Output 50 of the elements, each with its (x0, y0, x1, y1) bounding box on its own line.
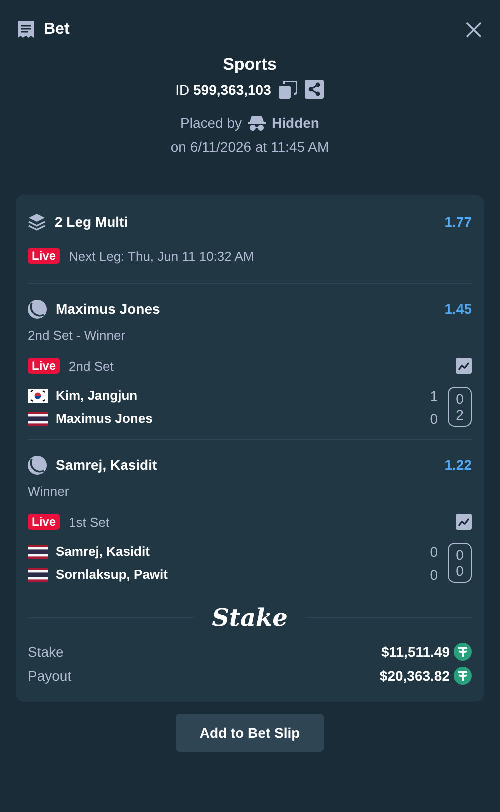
game-score: 0 (456, 563, 464, 579)
add-to-bet-slip-button[interactable]: Add to Bet Slip (176, 714, 324, 752)
player-name: Maximus Jones (56, 411, 154, 426)
odds-value: 1.22 (444, 457, 472, 473)
live-badge: Live (28, 358, 60, 374)
selection-name: Maximus Jones (56, 301, 160, 317)
share-icon[interactable] (305, 80, 324, 99)
set-score: 1 (430, 388, 438, 404)
user-name: Hidden (272, 115, 320, 131)
selection-name: Samrej, Kasidit (56, 457, 158, 473)
next-leg-time: Next Leg: Thu, Jun 11 10:32 AM (69, 248, 254, 264)
placed-date: on 6/11/2026 at 11:45 AM (170, 139, 330, 155)
odds-value: 1.45 (444, 301, 472, 317)
player-name: Sornlaksup, Pawit (56, 567, 169, 582)
layers-icon (28, 213, 46, 231)
close-icon[interactable] (466, 22, 482, 38)
placed-by-label: Placed by (180, 115, 242, 131)
live-badge: Live (28, 514, 60, 530)
modal-title: Bet (44, 21, 70, 39)
set-score: 0 (430, 544, 438, 560)
total-odds: 1.77 (444, 214, 472, 230)
stats-chart-icon[interactable] (456, 358, 472, 374)
tether-coin-icon (454, 667, 472, 685)
total-amount: $11,511.49 (381, 644, 450, 660)
bet-category: Sports (223, 54, 277, 76)
multi-title: 2 Leg Multi (55, 214, 128, 230)
set-score: 0 (430, 410, 438, 426)
period-label: 1st Set (69, 514, 110, 530)
total-amount: $20,363.82 (380, 668, 450, 684)
game-score: 0 (456, 547, 464, 563)
market-name: Winner (28, 484, 70, 499)
receipt-icon (16, 20, 36, 40)
tennis-ball-icon (28, 456, 47, 474)
game-score: 0 (456, 391, 464, 407)
live-badge: Live (28, 248, 60, 264)
total-label: Payout (28, 668, 72, 684)
brand-logo: Stake (212, 603, 288, 632)
incognito-icon (248, 115, 266, 131)
total-label: Stake (28, 644, 64, 660)
set-score: 0 (430, 566, 438, 582)
stats-chart-icon[interactable] (456, 514, 472, 530)
copy-icon[interactable] (279, 80, 298, 98)
game-score: 2 (456, 407, 464, 423)
period-label: 2nd Set (69, 358, 114, 374)
player-name: Samrej, Kasidit (56, 544, 151, 559)
tether-coin-icon (454, 643, 472, 661)
player-name: Kim, Jangjun (56, 388, 139, 403)
market-name: 2nd Set - Winner (28, 328, 127, 343)
tennis-ball-icon (28, 300, 47, 318)
bet-id: ID 599,363,103 (176, 82, 272, 98)
